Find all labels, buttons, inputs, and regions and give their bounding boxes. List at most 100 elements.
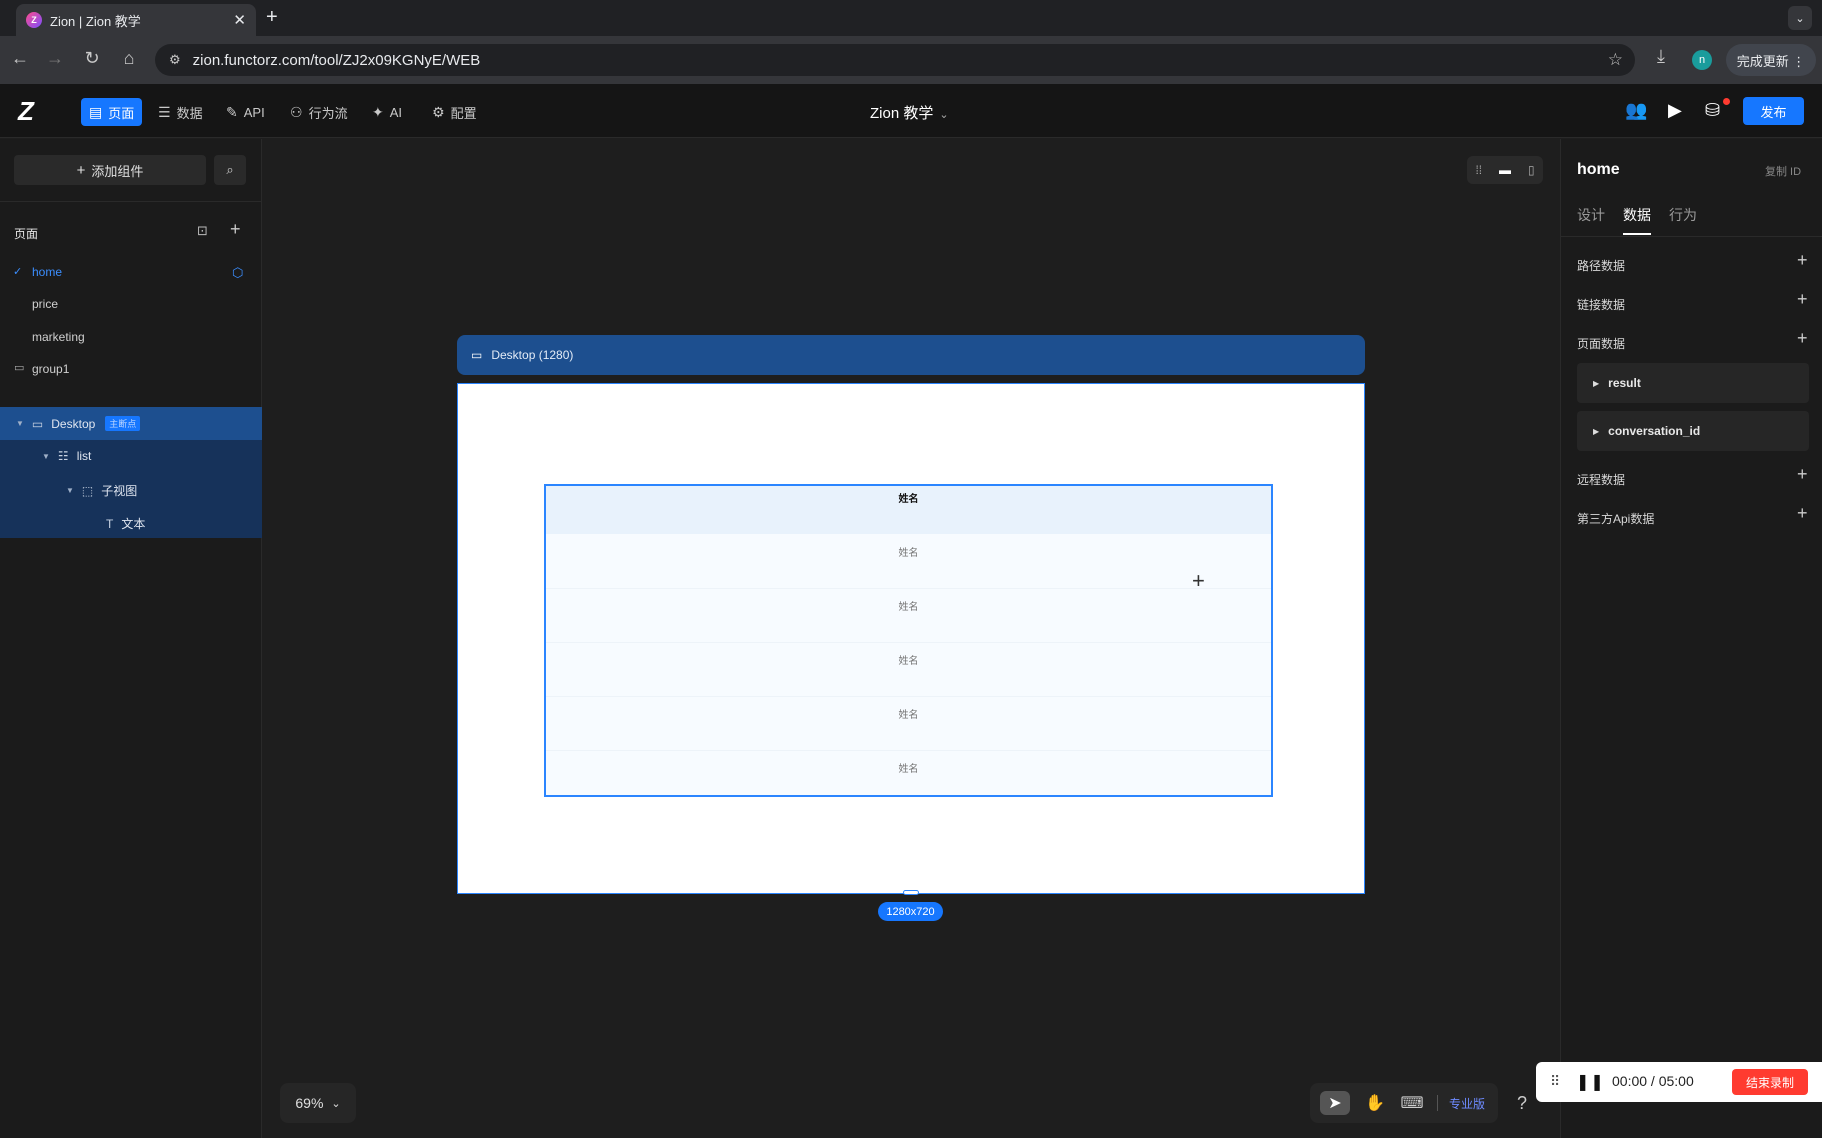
list-header-text[interactable]: 姓名 xyxy=(546,490,1271,505)
browser-tab[interactable]: Z Zion | Zion 教学 ✕ xyxy=(16,4,256,36)
resize-handle[interactable] xyxy=(903,890,919,895)
caret-down-icon[interactable]: ▼ xyxy=(42,452,50,461)
new-tab-button[interactable]: + xyxy=(266,6,278,29)
list-item[interactable]: 姓名 xyxy=(546,652,1271,667)
url-text[interactable]: zion.functorz.com/tool/ZJ2x09KGNyE/WEB xyxy=(193,52,481,69)
thirdparty-api-data-label: 第三方Api数据 xyxy=(1577,512,1655,526)
tree-desktop-label: Desktop xyxy=(51,416,96,431)
tab-behavior[interactable]: 行为 xyxy=(1669,205,1697,225)
search-icon[interactable]: ⌕ xyxy=(214,155,246,185)
chevron-down-icon[interactable]: ✓ xyxy=(13,265,22,278)
page-item-price[interactable]: price xyxy=(32,297,58,311)
add-remote-data-button[interactable]: + xyxy=(1797,464,1808,485)
home-icon[interactable]: ⌂ xyxy=(117,48,141,69)
add-folder-icon[interactable]: ⊡ xyxy=(197,223,208,239)
project-title-text: Zion 教学 xyxy=(870,105,934,122)
tree-node-text[interactable]: T 文本 xyxy=(106,515,145,532)
drag-handle-icon[interactable]: ⠿ xyxy=(1550,1073,1560,1090)
chevron-down-icon: ⌄ xyxy=(331,1097,341,1110)
tree-node-subview[interactable]: ▼ ⬚ 子视图 xyxy=(66,482,137,499)
add-component-button[interactable]: + 添加组件 xyxy=(14,155,206,185)
frame-header[interactable]: ▭ Desktop (1280) xyxy=(457,335,1365,375)
nav-workflow[interactable]: ⚇ 行为流 xyxy=(282,98,356,126)
select-cursor-icon[interactable]: ➤ xyxy=(1320,1091,1350,1115)
tab-data[interactable]: 数据 xyxy=(1623,205,1651,225)
back-arrow-icon[interactable]: ← xyxy=(8,48,32,69)
collaborators-icon[interactable]: 👥 xyxy=(1625,100,1647,121)
tab-close-icon[interactable]: ✕ xyxy=(233,11,246,29)
page-item-home[interactable]: home xyxy=(32,265,62,279)
database-status-icon[interactable]: ⛁ xyxy=(1705,100,1720,121)
tab-design[interactable]: 设计 xyxy=(1577,205,1605,225)
nav-pages-label: 页面 xyxy=(108,105,135,121)
list-component[interactable]: 姓名 姓名 姓名 姓名 姓名 姓名 xyxy=(544,484,1273,797)
grid-view-icon[interactable]: ⁞⁞ xyxy=(1475,163,1482,177)
profile-avatar[interactable]: n xyxy=(1692,50,1712,70)
page-data-label: 页面数据 xyxy=(1577,337,1626,351)
gear-icon: ⚙ xyxy=(432,103,445,120)
divider xyxy=(1437,1095,1438,1111)
tree-node-list[interactable]: ▼ ☷ list xyxy=(42,449,91,463)
tab-search-chevron-icon[interactable]: ⌄ xyxy=(1788,6,1812,30)
forward-arrow-icon[interactable]: → xyxy=(43,48,67,69)
link-data-label: 链接数据 xyxy=(1577,298,1626,312)
add-page-data-button[interactable]: + xyxy=(1797,328,1808,349)
add-link-data-button[interactable]: + xyxy=(1797,289,1808,310)
page-item-marketing[interactable]: marketing xyxy=(32,330,85,344)
home-page-icon[interactable]: ⬡ xyxy=(232,265,243,281)
divider xyxy=(546,696,1271,697)
reload-icon[interactable]: ↻ xyxy=(80,48,104,69)
tree-node-desktop[interactable]: ▼ ▭ Desktop 主断点 xyxy=(16,416,141,431)
notification-dot xyxy=(1723,98,1730,105)
project-title[interactable]: Zion 教学 ⌄ xyxy=(870,102,949,123)
zion-logo[interactable]: Z xyxy=(18,96,34,127)
add-thirdparty-api-data-button[interactable]: + xyxy=(1797,503,1808,524)
nav-data[interactable]: ☰ 数据 xyxy=(150,98,211,126)
database-icon: ☰ xyxy=(158,103,171,120)
stop-recording-button[interactable]: 结束录制 xyxy=(1732,1069,1808,1095)
page-variable-conversation-id[interactable]: ▶ conversation_id xyxy=(1577,411,1809,451)
address-bar[interactable]: ⚙ zion.functorz.com/tool/ZJ2x09KGNyE/WEB… xyxy=(155,44,1635,76)
add-route-data-button[interactable]: + xyxy=(1797,250,1808,271)
divider xyxy=(546,642,1271,643)
mobile-icon[interactable]: ▯ xyxy=(1528,163,1535,177)
page-icon: ▤ xyxy=(89,103,103,120)
list-item[interactable]: 姓名 xyxy=(546,706,1271,721)
page-item-group1[interactable]: group1 xyxy=(32,362,69,376)
bookmark-star-icon[interactable]: ☆ xyxy=(1608,50,1623,70)
list-item[interactable]: 姓名 xyxy=(546,598,1271,613)
zoom-control[interactable]: 69% ⌄ xyxy=(280,1083,356,1123)
nav-ai-label: AI xyxy=(389,104,403,120)
nav-pages[interactable]: ▤ 页面 xyxy=(81,98,143,126)
site-settings-icon[interactable]: ⚙ xyxy=(169,52,181,68)
list-item[interactable]: 姓名 xyxy=(546,544,1271,559)
frame-size-badge: 1280x720 xyxy=(878,902,943,921)
download-icon[interactable]: ⤓ xyxy=(1657,46,1665,67)
hand-pan-icon[interactable]: ✋ xyxy=(1360,1091,1390,1115)
selected-page-title: home xyxy=(1577,161,1620,178)
preview-play-icon[interactable]: ▶ xyxy=(1668,100,1682,121)
divider xyxy=(0,201,262,202)
copy-id-button[interactable]: 复制 ID xyxy=(1765,163,1801,179)
pause-icon[interactable]: ❚❚ xyxy=(1576,1072,1605,1092)
zoom-value: 69% xyxy=(295,1095,324,1111)
tab-title: Zion | Zion 教学 xyxy=(50,13,141,29)
caret-down-icon[interactable]: ▼ xyxy=(66,486,74,495)
caret-down-icon[interactable]: ▼ xyxy=(16,419,24,428)
list-icon: ☷ xyxy=(57,449,69,463)
update-button[interactable]: 完成更新 ⋮ xyxy=(1726,44,1816,76)
nav-api[interactable]: ✎ API xyxy=(218,98,273,126)
keyboard-icon[interactable]: ⌨ xyxy=(1397,1091,1427,1115)
page-variable-result[interactable]: ▶ result xyxy=(1577,363,1809,403)
publish-button[interactable]: 发布 xyxy=(1743,97,1804,125)
nav-config[interactable]: ⚙ 配置 xyxy=(424,98,485,126)
desktop-icon[interactable]: ▬ xyxy=(1499,163,1511,177)
add-page-icon[interactable]: + xyxy=(230,219,241,240)
variable-name: result xyxy=(1608,376,1641,390)
app-top-bar: Z ▤ 页面 ☰ 数据 ✎ API ⚇ 行为流 ✦ AI ⚙ 配置 Zion 教学 ⌄ 👥 ▶… xyxy=(0,84,1822,138)
help-icon[interactable]: ? xyxy=(1508,1083,1536,1123)
browser-tab-bar: Z Zion | Zion 教学 ✕ + ⌄ xyxy=(0,0,1822,36)
nav-ai[interactable]: ✦ AI xyxy=(364,98,410,126)
list-item[interactable]: 姓名 xyxy=(546,760,1271,775)
pro-edition-label[interactable]: 专业版 xyxy=(1449,1095,1485,1112)
